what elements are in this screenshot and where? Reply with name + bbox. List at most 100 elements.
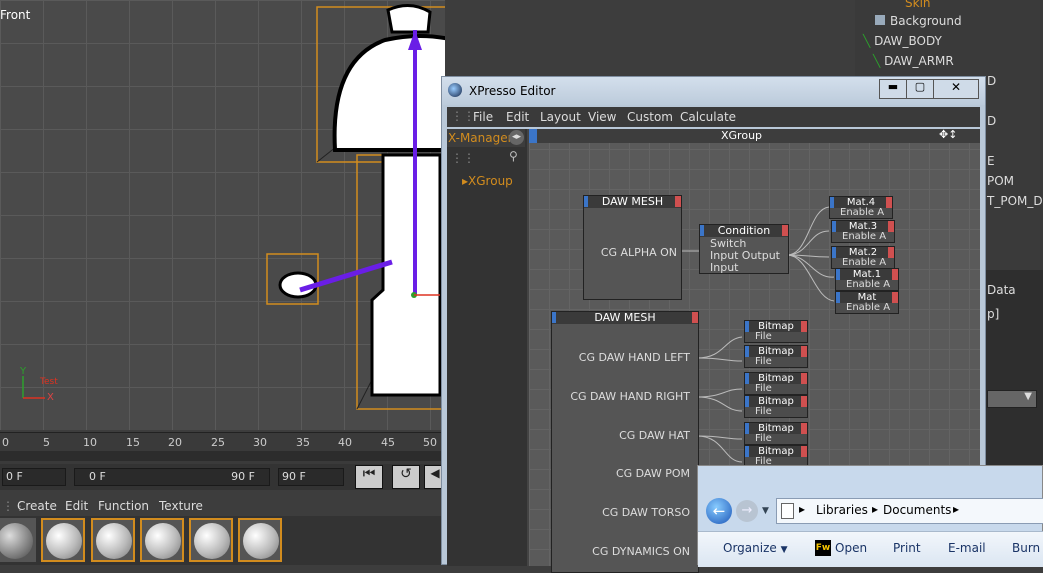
xpresso-menu-calculate[interactable]: Calculate — [680, 110, 736, 124]
max-frame-field[interactable]: 90 F — [278, 468, 344, 486]
minimize-button[interactable]: ▬ — [879, 79, 907, 99]
xpresso-title-bar[interactable]: XPresso Editor ▬ ▢ ✕ — [442, 77, 985, 105]
material-swatch[interactable] — [41, 518, 85, 562]
port-cap-right — [892, 292, 898, 303]
node-title: DAW MESH — [552, 312, 698, 324]
tree-item-skin[interactable]: Skin — [905, 0, 931, 10]
breadcrumb-libraries[interactable]: Libraries — [816, 503, 868, 517]
tree-item-clipped-5[interactable]: T_POM_D — [987, 194, 1043, 208]
node-daw-mesh-alpha[interactable]: DAW MESH CG ALPHA ON — [583, 195, 682, 300]
viewport-scene[interactable]: Test — [0, 0, 445, 430]
xmanager-tree-xgroup[interactable]: ▸XGroup — [462, 174, 513, 188]
node-bitmap[interactable]: Bitmap File — [744, 395, 808, 418]
node-mat[interactable]: Mat Enable A — [835, 291, 899, 314]
chevron-right-icon: ▸ — [872, 502, 879, 516]
toolbar-open[interactable]: Open — [835, 541, 867, 555]
port-cap-right — [892, 269, 898, 280]
port-cap-left — [830, 197, 834, 208]
port-enable[interactable]: Enable A — [842, 232, 886, 242]
timeline-tick: 30 — [253, 436, 267, 449]
material-menu-texture[interactable]: Texture — [159, 499, 203, 513]
material-swatch[interactable] — [0, 518, 36, 562]
toolbar-email[interactable]: E-mail — [948, 541, 986, 555]
forward-button[interactable]: → — [736, 500, 758, 522]
port-cg-daw-torso[interactable]: CG DAW TORSO — [602, 506, 690, 519]
material-swatch[interactable] — [140, 518, 184, 562]
material-swatch[interactable] — [238, 518, 282, 562]
port-cg-daw-hand-right[interactable]: CG DAW HAND RIGHT — [570, 390, 690, 403]
background-icon — [875, 15, 885, 25]
current-frame-field[interactable]: 0 F — [2, 468, 66, 486]
port-file[interactable]: File — [755, 384, 772, 394]
viewport[interactable]: Front Test X Y — [0, 0, 445, 430]
node-daw-mesh-parts[interactable]: DAW MESH CG DAW HAND LEFT CG DAW HAND RI… — [551, 311, 699, 573]
tree-item-daw-body[interactable]: ╲ DAW_BODY — [863, 34, 942, 48]
material-swatch[interactable] — [91, 518, 135, 562]
xpresso-menu-custom[interactable]: Custom — [627, 110, 673, 124]
breadcrumb-documents[interactable]: Documents — [883, 503, 951, 517]
back-button[interactable]: ← — [706, 498, 732, 524]
xpresso-menu-file[interactable]: File — [473, 110, 493, 124]
axis-y-label: Y — [20, 366, 27, 377]
address-bar[interactable]: ▸ Libraries ▸ Documents ▸ — [776, 498, 1043, 524]
tree-item-clipped-1[interactable]: D — [987, 74, 996, 88]
collapse-toggle-icon[interactable]: ◂▸ — [509, 130, 524, 145]
material-menu-create[interactable]: Create — [17, 499, 57, 513]
material-menu-function[interactable]: Function — [98, 499, 149, 513]
node-bitmap[interactable]: Bitmap File — [744, 372, 808, 395]
material-bar[interactable] — [0, 516, 445, 565]
xpresso-menu-edit[interactable]: Edit — [506, 110, 529, 124]
port-cg-dynamics-on[interactable]: CG DYNAMICS ON — [592, 545, 690, 558]
tree-item-clipped-2[interactable]: D — [987, 114, 996, 128]
port-enable[interactable]: Enable A — [846, 303, 890, 313]
port-cg-daw-hand-left[interactable]: CG DAW HAND LEFT — [579, 351, 690, 364]
tree-item-background[interactable]: Background — [875, 14, 962, 28]
node-mat-1[interactable]: Mat.1 Enable A — [835, 268, 899, 291]
toolbar-print[interactable]: Print — [893, 541, 921, 555]
port-enable[interactable]: Enable A — [846, 280, 890, 290]
port-cg-daw-pom[interactable]: CG DAW POM — [616, 467, 690, 480]
close-button[interactable]: ✕ — [933, 79, 979, 99]
explorer-window[interactable]: ← → ▼ ▸ Libraries ▸ Documents ▸ Organize… — [697, 465, 1043, 567]
material-preview — [194, 523, 230, 559]
port-enable[interactable]: Enable A — [842, 258, 886, 268]
material-menu-edit[interactable]: Edit — [65, 499, 88, 513]
node-bitmap[interactable]: Bitmap File — [744, 422, 808, 445]
port-cg-daw-hat[interactable]: CG DAW HAT — [619, 429, 690, 442]
chevron-down-icon[interactable]: ▼ — [762, 506, 769, 516]
tree-item-clipped-3[interactable]: E — [987, 154, 995, 168]
range-field[interactable]: 0 F 90 F — [74, 468, 270, 486]
port-file[interactable]: File — [755, 332, 772, 342]
xpresso-menu-layout[interactable]: Layout — [540, 110, 581, 124]
attributes-dropdown[interactable]: ▼ — [987, 390, 1037, 408]
timeline[interactable]: 0 5 10 15 20 25 30 35 40 45 50 — [0, 432, 445, 465]
tree-item-clipped-4[interactable]: POM — [987, 174, 1014, 188]
xmanager-pane[interactable]: X-Manager ◂▸ ⋮⋮ ⚲ ▸XGroup — [447, 129, 527, 566]
port-cap-left — [745, 373, 749, 384]
node-mat-2[interactable]: Mat.2 Enable A — [831, 246, 895, 269]
port-cg-alpha-on[interactable]: CG ALPHA ON — [601, 246, 677, 259]
timeline-ruler[interactable] — [0, 451, 445, 461]
port-enable[interactable]: Enable A — [840, 208, 884, 218]
port-file[interactable]: File — [755, 407, 772, 417]
node-mat-3[interactable]: Mat.3 Enable A — [831, 220, 895, 243]
search-icon[interactable]: ⚲ — [509, 149, 518, 163]
toolbar-organize[interactable]: Organize ▼ — [723, 541, 788, 555]
maximize-button[interactable]: ▢ — [906, 79, 934, 99]
port-file[interactable]: File — [755, 434, 772, 444]
toolbar-burn[interactable]: Burn — [1012, 541, 1040, 555]
node-bitmap[interactable]: Bitmap File — [744, 320, 808, 343]
transport-bar[interactable]: 0 F 0 F 90 F 90 F ⏮ ↺ ◀ — [0, 464, 446, 490]
prev-key-button[interactable]: ↺ — [392, 465, 420, 489]
xpresso-menu-view[interactable]: View — [588, 110, 616, 124]
node-condition[interactable]: Condition Switch Input Input Output — [699, 224, 789, 274]
material-swatch[interactable] — [189, 518, 233, 562]
attributes-tab-data[interactable]: Data — [987, 283, 1016, 297]
go-to-start-button[interactable]: ⏮ — [355, 465, 383, 489]
node-bitmap[interactable]: Bitmap File — [744, 345, 808, 368]
port-input[interactable]: Input — [710, 261, 738, 274]
port-output[interactable]: Output — [742, 249, 780, 262]
port-file[interactable]: File — [755, 357, 772, 367]
tree-item-daw-armr[interactable]: ╲ DAW_ARMR — [873, 54, 954, 68]
node-mat-4[interactable]: Mat.4 Enable A — [829, 196, 893, 219]
